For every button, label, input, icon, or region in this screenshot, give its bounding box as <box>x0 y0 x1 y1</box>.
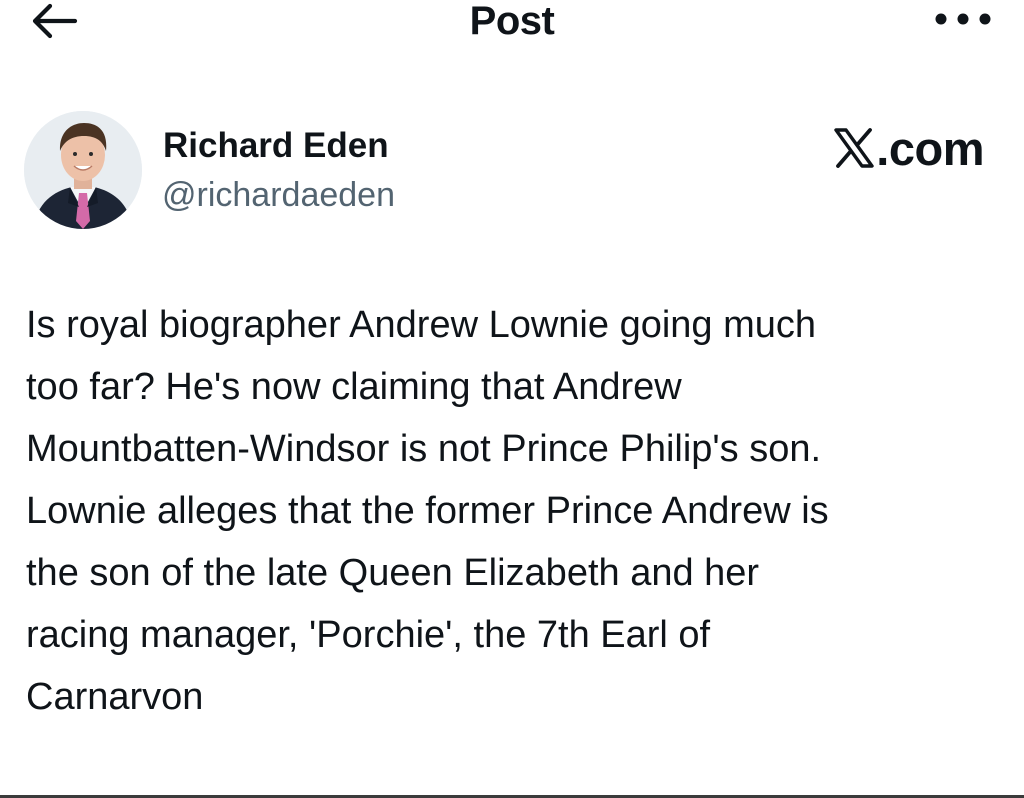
watermark-text: .com <box>876 121 984 175</box>
x-com-watermark: .com <box>833 120 984 176</box>
author-handle[interactable]: @richardaeden <box>162 174 395 216</box>
page-title: Post <box>469 0 555 43</box>
post-text-line: Lownie alleges that the former Prince An… <box>26 490 829 532</box>
post-text-line: too far? He's now claiming that Andrew <box>26 366 682 408</box>
post-text-line: the son of the late Queen Elizabeth and … <box>26 552 760 594</box>
top-bar: Post <box>0 0 1024 50</box>
post-text: Is royal biographer Andrew Lownie going … <box>26 294 1006 728</box>
post-text-line: Carnarvon <box>26 676 204 718</box>
post-text-line: Is royal biographer Andrew Lownie going … <box>26 304 817 346</box>
profile-photo <box>24 111 142 229</box>
more-options-button[interactable] <box>930 4 996 34</box>
author-name[interactable]: Richard Eden <box>163 125 389 167</box>
post-text-line: racing manager, 'Porchie', the 7th Earl … <box>26 614 711 656</box>
more-horizontal-icon <box>935 13 991 25</box>
avatar[interactable] <box>24 111 142 229</box>
post-text-line: Mountbatten-Windsor is not Prince Philip… <box>26 428 822 470</box>
x-logo-icon <box>833 127 875 169</box>
